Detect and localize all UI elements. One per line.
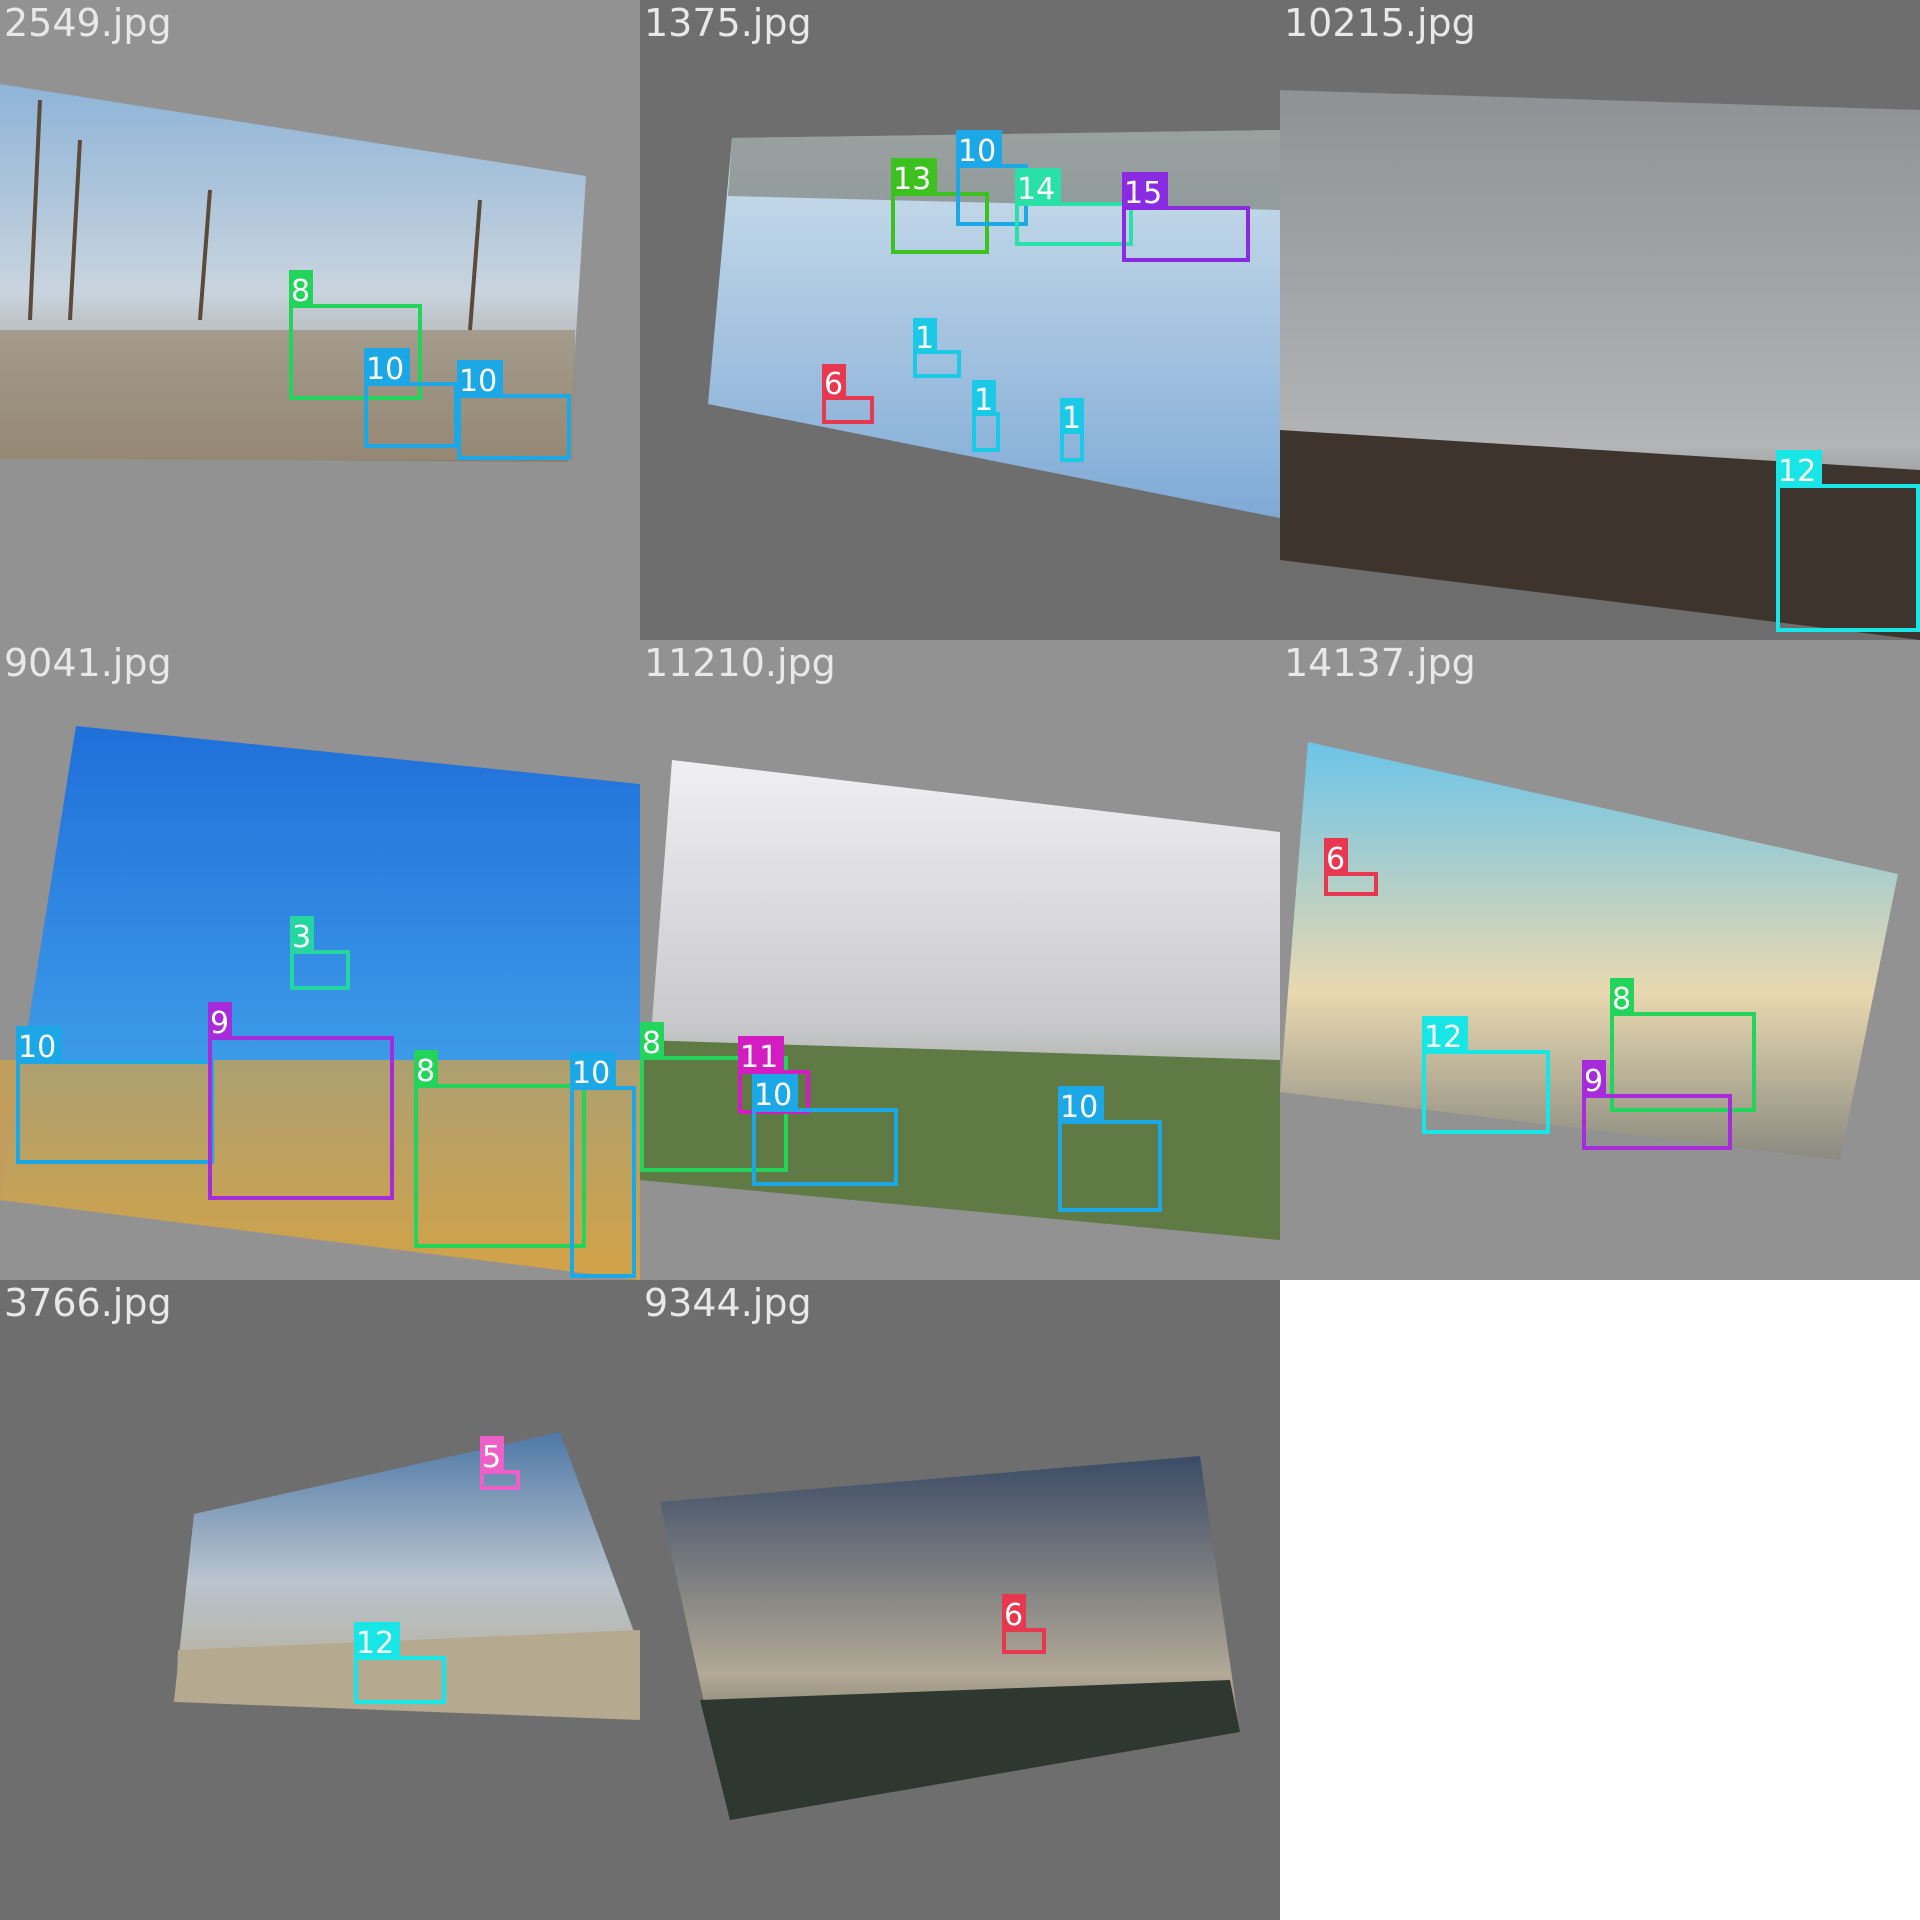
detection-box: 1 [1060,398,1084,462]
mosaic-tile: 1375.jpg 13 10 14 15 1 6 1 1 [640,0,1280,640]
mosaic-tile: 2549.jpg 8 10 10 [0,0,640,640]
detection-box: 8 [414,1050,586,1248]
detection-box: 3 [290,916,350,990]
detection-label: 1 [1062,401,1081,436]
detection-label: 12 [356,1626,394,1661]
detection-box: 10 [457,360,571,460]
detection-box: 5 [480,1436,520,1490]
detection-label: 9 [210,1006,229,1041]
detection-box: 9 [1582,1060,1732,1150]
detection-label: 10 [754,1078,792,1113]
detections: 6 12 8 9 [1324,838,1756,1150]
detection-box: 8 [1610,978,1756,1112]
detection-label: 5 [482,1440,501,1475]
detection-box: 10 [570,1052,636,1278]
detections: 8 10 10 [289,270,571,460]
detection-box: 6 [1324,838,1378,896]
detection-label: 6 [1326,842,1345,877]
detections: 8 11 10 10 [640,1022,1162,1212]
detection-box: 6 [1002,1594,1046,1654]
detection-box: 12 [1422,1016,1550,1134]
detection-label: 15 [1124,176,1162,211]
detection-box: 15 [1122,172,1250,262]
detections: 13 10 14 15 1 6 1 1 [822,130,1250,462]
detection-box: 13 [891,158,989,254]
detections: 5 12 [354,1436,520,1704]
detection-label: 10 [459,364,497,399]
detection-label: 10 [366,352,404,387]
detection-label: 10 [572,1056,610,1091]
mosaic-tile: 3766.jpg 5 12 [0,1280,640,1920]
detection-label: 1 [974,383,993,418]
detection-box: 12 [354,1622,446,1704]
detection-label: 8 [416,1054,435,1089]
detections: 6 [1002,1594,1046,1654]
detection-box: 10 [16,1026,214,1164]
detection-box: 10 [752,1074,898,1186]
detection-label: 14 [1017,172,1055,207]
detection-label: 13 [893,162,931,197]
detection-box: 9 [208,1002,394,1200]
detections: 12 [1776,450,1920,632]
detection-label: 6 [824,367,843,402]
detection-label: 3 [292,920,311,955]
mosaic-tile: 11210.jpg 8 11 10 10 [640,640,1280,1280]
detection-label: 12 [1778,454,1816,489]
detection-label: 12 [1424,1020,1462,1055]
detection-box: 10 [1058,1086,1162,1212]
detection-label: 10 [18,1030,56,1065]
detection-box: 14 [1015,168,1133,246]
detection-label: 6 [1004,1598,1023,1633]
detection-label: 10 [958,134,996,169]
mosaic-tile: 10215.jpg 12 [1280,0,1920,640]
detection-label: 11 [740,1040,778,1075]
detection-label: 8 [291,274,310,309]
detection-label: 1 [915,321,934,356]
detection-box: 1 [972,380,1000,452]
detection-label: 8 [642,1026,661,1061]
detection-label: 8 [1612,982,1631,1017]
mosaic-tile: 14137.jpg 6 12 8 9 [1280,640,1920,1280]
detection-label: 10 [1060,1090,1098,1125]
detection-box: 12 [1776,450,1920,632]
detection-box: 1 [913,318,961,378]
detection-box: 6 [822,364,874,424]
mosaic-tile: 9041.jpg 3 10 9 8 10 [0,640,640,1280]
detection-label: 9 [1584,1064,1603,1099]
mosaic-tile: 9344.jpg 6 [640,1280,1280,1920]
detections: 3 10 9 8 10 [16,916,636,1278]
